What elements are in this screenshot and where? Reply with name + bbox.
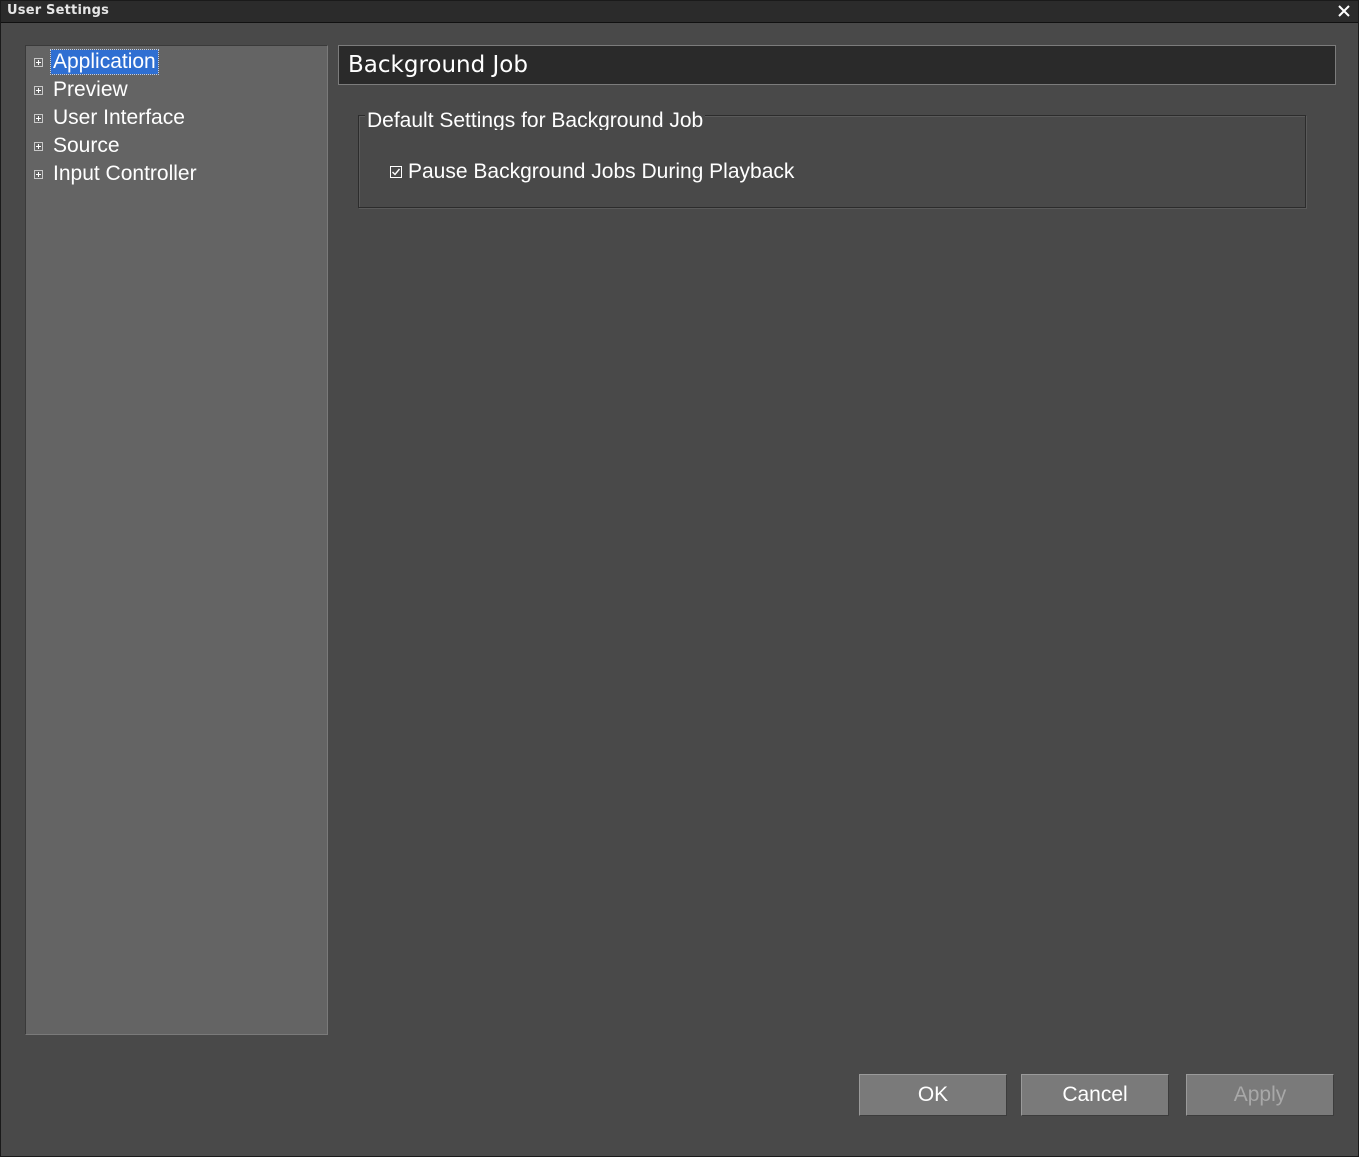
tree-item-application[interactable]: Application: [34, 49, 159, 75]
section-title: Background Job: [348, 52, 528, 78]
default-settings-group: Default Settings for Background Job Paus…: [358, 108, 1306, 208]
window-title: User Settings: [7, 3, 110, 18]
tree-item-label: Preview: [53, 78, 128, 101]
close-icon[interactable]: [1336, 3, 1352, 19]
pause-background-jobs-checkbox[interactable]: Pause Background Jobs During Playback: [389, 160, 794, 184]
expand-plus-icon[interactable]: [34, 113, 43, 123]
title-bar[interactable]: User Settings: [1, 1, 1358, 23]
tree-item-label: Application: [50, 49, 159, 75]
user-settings-dialog: User Settings Application Preview User I…: [0, 0, 1359, 1157]
section-header: Background Job: [338, 45, 1336, 85]
apply-button[interactable]: Apply: [1186, 1074, 1334, 1116]
expand-plus-icon[interactable]: [34, 85, 43, 95]
group-legend: Default Settings for Background Job: [365, 108, 706, 130]
tree-item-label: Source: [53, 134, 120, 157]
tree-item-source[interactable]: Source: [34, 133, 122, 159]
cancel-button[interactable]: Cancel: [1021, 1074, 1169, 1116]
expand-plus-icon[interactable]: [34, 141, 43, 151]
checkbox-checked-icon[interactable]: [389, 165, 403, 179]
tree-item-input-controller[interactable]: Input Controller: [34, 161, 199, 187]
tree-item-user-interface[interactable]: User Interface: [34, 105, 187, 131]
expand-plus-icon[interactable]: [34, 169, 43, 179]
settings-tree: Application Preview User Interface Sourc…: [25, 45, 328, 1035]
tree-item-preview[interactable]: Preview: [34, 77, 130, 103]
expand-plus-icon[interactable]: [34, 57, 43, 67]
ok-button[interactable]: OK: [859, 1074, 1007, 1116]
checkbox-label: Pause Background Jobs During Playback: [408, 160, 795, 183]
tree-item-label: Input Controller: [53, 162, 197, 185]
tree-item-label: User Interface: [53, 106, 185, 129]
